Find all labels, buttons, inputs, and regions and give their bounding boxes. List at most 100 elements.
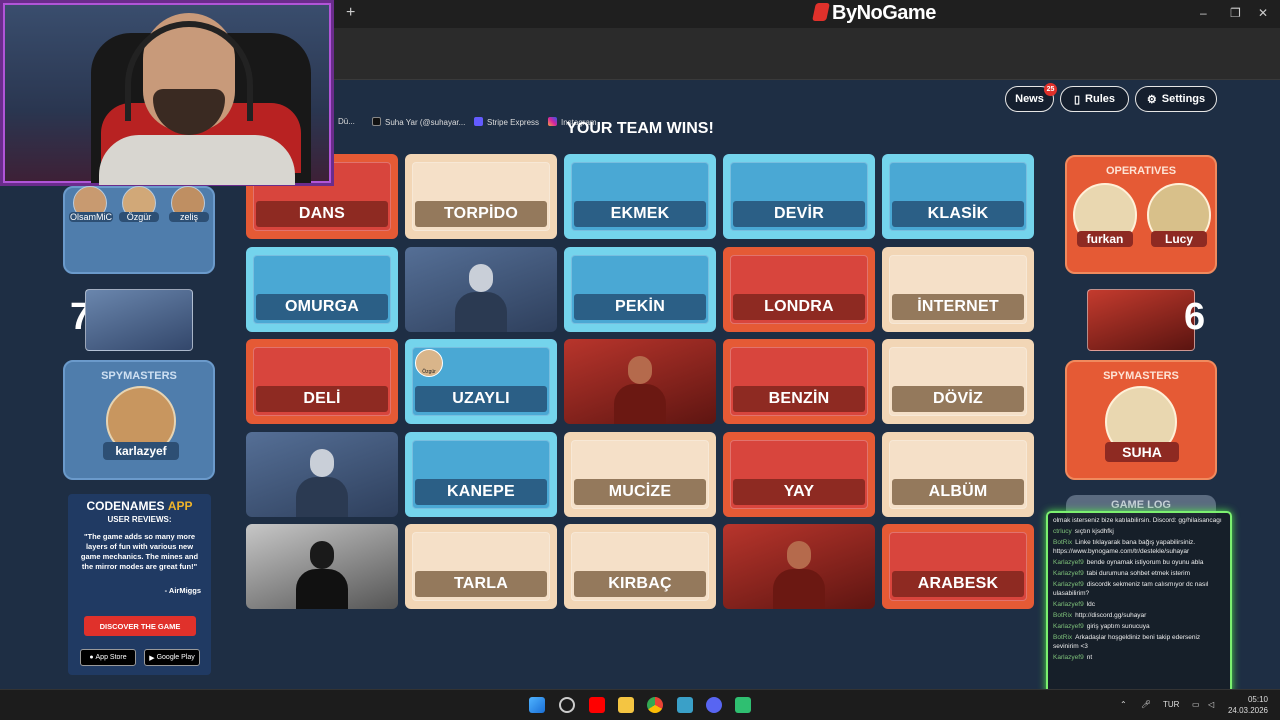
windows-start-icon[interactable] <box>529 697 545 713</box>
card-word: PEKİN <box>574 293 706 320</box>
spymasters-title: SPYMASTERS <box>101 370 177 382</box>
agent-figure-icon <box>453 258 509 332</box>
chat-username: BotRix <box>1053 612 1073 619</box>
chat-message: Karlazyef9 bende oynamak istiyorum bu oyu… <box>1053 558 1225 567</box>
card-muci̇ze[interactable]: MUCİZE <box>564 431 716 517</box>
card-word: KANEPE <box>415 478 547 505</box>
volume-icon[interactable]: ◁ <box>1208 700 1214 709</box>
agent-head <box>787 541 811 569</box>
maximize-button[interactable]: ❐ <box>1230 6 1241 20</box>
card-ekmek[interactable]: EKMEK <box>564 154 716 239</box>
guess-marker-avatar: Özgür <box>415 349 443 377</box>
card-omurga[interactable]: OMURGA <box>246 246 398 332</box>
card-word: ALBÜM <box>892 478 1024 505</box>
blue-spymasters-panel: SPYMASTERS karlazyef <box>63 360 215 480</box>
card-arabesk[interactable]: ARABESK <box>882 524 1034 609</box>
card-devi̇r[interactable]: DEVİR <box>723 154 875 239</box>
codenames-app-promo: CODENAMES APP USER REVIEWS: "The game ad… <box>68 494 211 675</box>
agent-head <box>469 263 493 292</box>
card-klasi̇k[interactable]: KLASİK <box>882 154 1034 239</box>
close-button[interactable]: ✕ <box>1258 6 1268 20</box>
card-word: KIRBAÇ <box>574 571 706 597</box>
language-indicator[interactable]: TUR <box>1163 700 1179 709</box>
card-kanepe[interactable]: KANEPE <box>405 431 557 517</box>
chat-message: Karlazyef9 discordk sekmeniz tam calısmıy… <box>1053 580 1225 598</box>
settings-label: Settings <box>1161 93 1206 105</box>
blue-agent-card <box>85 289 193 351</box>
chat-message: Karlazyef9 giriş yaptım sunucuya <box>1053 622 1225 631</box>
stream-chat-overlay: olmak isterseniz bize katılabilirsin. Di… <box>1046 511 1232 696</box>
app-store-button[interactable]: ● App Store <box>80 649 136 666</box>
app-icon[interactable] <box>677 697 693 713</box>
card-word: EKMEK <box>574 201 706 227</box>
play-icon: ▶ <box>149 654 157 662</box>
card-londra[interactable]: LONDRA <box>723 246 875 332</box>
file-explorer-icon[interactable] <box>618 697 634 713</box>
card-word: İNTERNET <box>892 293 1024 320</box>
chat-username: BotRix <box>1053 634 1073 641</box>
agent-figure-icon <box>612 350 668 424</box>
card-word: TORPİDO <box>415 201 547 227</box>
bookmark-suhayar[interactable]: Suha Yar (@suhayar... <box>372 117 465 127</box>
card-word: DELİ <box>256 386 388 412</box>
card-tarla[interactable]: TARLA <box>405 524 557 609</box>
card-i̇nternet[interactable]: İNTERNET <box>882 246 1034 332</box>
card-benzi̇n[interactable]: BENZİN <box>723 339 875 424</box>
youtube-icon[interactable] <box>589 697 605 713</box>
card-revealed-agent-red[interactable] <box>723 524 875 609</box>
chat-message: BotRix Arkadaşlar hoşgeldiniz beni takip … <box>1053 633 1225 651</box>
minimize-button[interactable]: – <box>1200 6 1207 20</box>
tray-expand-icon[interactable]: ⌃ <box>1120 700 1127 709</box>
card-torpi̇do[interactable]: TORPİDO <box>405 154 557 239</box>
webcam-overlay <box>0 0 334 186</box>
bookmark-item[interactable]: Dü... <box>338 117 355 126</box>
chat-text: ldc <box>1086 601 1096 608</box>
card-albüm[interactable]: ALBÜM <box>882 431 1034 517</box>
operative-name: furkan <box>1077 231 1133 247</box>
card-yay[interactable]: YAY <box>723 431 875 517</box>
chat-username: Karlazyef9 <box>1053 623 1084 630</box>
card-dövi̇z[interactable]: DÖVİZ <box>882 339 1034 424</box>
blue-operatives-panel: OlsamMiC Özgür zeliş <box>63 186 215 274</box>
codenames-board: DANS TORPİDO EKMEK DEVİR KLASİK OMURGA PEKİN LO… <box>246 154 1035 609</box>
display-icon[interactable]: ▭ <box>1192 700 1200 709</box>
stripe-icon <box>474 117 483 126</box>
rules-button[interactable]: ▯ Rules <box>1060 86 1129 112</box>
card-revealed-agent-blue[interactable] <box>246 431 398 517</box>
windows-taskbar: ⌃ 🎤︎ TUR ▭ ◁ 05:10 24.03.2026 <box>0 689 1280 720</box>
google-play-button[interactable]: ▶ Google Play <box>144 649 200 666</box>
site-brand: ByNoGame <box>832 2 936 24</box>
chat-message: ctrlucy sıçtın kjsdhfkj <box>1053 527 1225 536</box>
chat-text: olmak isterseniz bize katılabilirsin. Di… <box>1053 517 1222 524</box>
card-revealed-agent-red[interactable] <box>564 339 716 424</box>
card-word: ARABESK <box>892 571 1024 597</box>
operative-name: Özgür <box>119 212 159 222</box>
new-tab-button[interactable]: + <box>346 4 355 22</box>
card-word: MUCİZE <box>574 478 706 505</box>
red-score: 6 <box>1184 296 1206 338</box>
card-deli̇[interactable]: DELİ <box>246 339 398 424</box>
card-revealed-assassin[interactable] <box>246 524 398 609</box>
streaming-app-icon[interactable] <box>735 697 751 713</box>
microphone-icon[interactable]: 🎤︎ <box>1141 700 1151 709</box>
card-uzayli[interactable]: UZAYLI Özgür <box>405 339 557 424</box>
system-clock[interactable]: 05:10 24.03.2026 <box>1228 694 1268 716</box>
speedometer-icon[interactable] <box>559 697 575 713</box>
card-peki̇n[interactable]: PEKİN <box>564 246 716 332</box>
discord-icon[interactable] <box>706 697 722 713</box>
bookmark-icon: ▯ <box>1073 93 1081 106</box>
card-revealed-agent-blue[interactable] <box>405 246 557 332</box>
card-kirbaç[interactable]: KIRBAÇ <box>564 524 716 609</box>
rules-label: Rules <box>1085 93 1116 105</box>
chat-text: sıçtın kjsdhfkj <box>1074 528 1114 535</box>
chat-text: giriş yaptım sunucuya <box>1086 623 1150 630</box>
chat-message: BotRix http://discord.gg/suhayar <box>1053 611 1225 620</box>
discover-game-button[interactable]: DISCOVER THE GAME <box>84 616 196 636</box>
news-label: News <box>1015 93 1044 105</box>
news-button[interactable]: News 25 <box>1005 83 1057 112</box>
clock-time: 05:10 <box>1247 695 1268 704</box>
settings-button[interactable]: ⚙ Settings <box>1135 86 1217 112</box>
chrome-icon[interactable] <box>647 697 663 713</box>
agent-figure-icon <box>771 535 827 609</box>
chat-message: BotRix Linke tıklayarak bana bağış yapabi… <box>1053 538 1225 556</box>
